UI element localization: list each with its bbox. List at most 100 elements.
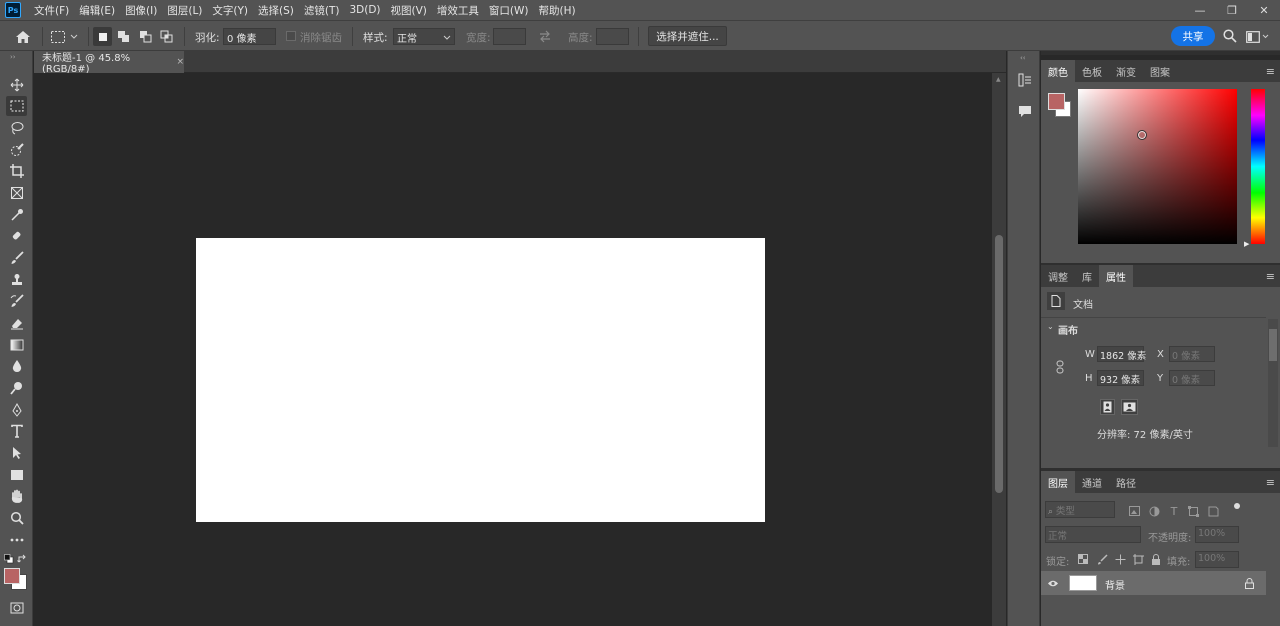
menu-plugins[interactable]: 增效工具: [432, 3, 484, 18]
canvas-area[interactable]: [34, 73, 992, 626]
swap-button[interactable]: [538, 29, 554, 44]
menu-layer[interactable]: 图层(L): [162, 3, 207, 18]
tab-properties[interactable]: 属性: [1099, 265, 1133, 287]
blur-tool[interactable]: [6, 356, 27, 376]
lock-position-icon[interactable]: [1114, 553, 1126, 565]
brush-tool[interactable]: [6, 248, 27, 268]
filter-pixel-icon[interactable]: [1128, 505, 1140, 517]
marquee-tool[interactable]: [6, 96, 27, 116]
menu-edit[interactable]: 编辑(E): [74, 3, 120, 18]
history-panel-button[interactable]: [1016, 71, 1033, 88]
menu-window[interactable]: 窗口(W): [484, 3, 534, 18]
chevron-down-icon[interactable]: ⌄: [1047, 322, 1054, 331]
history-brush-tool[interactable]: [6, 291, 27, 311]
menu-view[interactable]: 视图(V): [386, 3, 432, 18]
tool-preset-picker[interactable]: [50, 27, 84, 46]
filter-toggle-icon[interactable]: [1234, 503, 1240, 509]
search-button[interactable]: [1223, 29, 1239, 45]
portrait-button[interactable]: [1100, 399, 1115, 415]
menu-select[interactable]: 选择(S): [253, 3, 299, 18]
x-input[interactable]: 0 像素: [1169, 346, 1215, 362]
layer-filter-select[interactable]: ⌕ 类型: [1045, 501, 1115, 518]
path-selection-tool[interactable]: [6, 443, 27, 463]
edit-toolbar-button[interactable]: [6, 530, 27, 550]
lock-transparent-icon[interactable]: [1077, 553, 1089, 565]
width-input[interactable]: [493, 28, 526, 45]
eyedropper-tool[interactable]: [6, 205, 27, 225]
tab-layers[interactable]: 图层: [1041, 471, 1075, 493]
default-colors-button[interactable]: [4, 554, 14, 564]
close-tab-icon[interactable]: ×: [176, 57, 184, 67]
tab-color[interactable]: 颜色: [1041, 60, 1075, 82]
color-picker-cursor[interactable]: [1137, 130, 1147, 140]
filter-shape-icon[interactable]: [1187, 505, 1199, 517]
swap-colors-button[interactable]: [17, 554, 28, 564]
home-button[interactable]: [12, 27, 34, 46]
feather-input[interactable]: 0 像素: [223, 28, 276, 45]
tab-swatches[interactable]: 色板: [1075, 60, 1109, 82]
clone-stamp-tool[interactable]: [6, 270, 27, 290]
move-tool[interactable]: [6, 75, 27, 95]
foreground-color-swatch[interactable]: [4, 568, 20, 584]
tab-libraries[interactable]: 库: [1075, 265, 1099, 287]
canvas-width-input[interactable]: 1862 像素: [1097, 346, 1146, 362]
gradient-tool[interactable]: [6, 335, 27, 355]
menu-help[interactable]: 帮助(H): [534, 3, 581, 18]
close-window-button[interactable]: ✕: [1248, 0, 1280, 20]
healing-brush-tool[interactable]: [6, 226, 27, 246]
panel-menu-icon[interactable]: ≡: [1266, 65, 1275, 78]
quick-selection-tool[interactable]: [6, 140, 27, 160]
filter-smart-object-icon[interactable]: [1207, 505, 1219, 517]
filter-type-icon[interactable]: T: [1168, 505, 1180, 518]
dodge-tool[interactable]: [6, 378, 27, 398]
height-input[interactable]: [596, 28, 629, 45]
properties-scrollbar[interactable]: [1268, 319, 1278, 447]
zoom-tool[interactable]: [6, 508, 27, 528]
new-selection-button[interactable]: [93, 27, 112, 46]
type-tool[interactable]: [6, 421, 27, 441]
style-select[interactable]: 正常: [393, 28, 455, 45]
scrollbar-thumb[interactable]: [995, 235, 1003, 493]
expand-icon[interactable]: ‹‹: [1020, 54, 1026, 62]
tab-gradients[interactable]: 渐变: [1109, 60, 1143, 82]
eraser-tool[interactable]: [6, 313, 27, 333]
panel-menu-icon[interactable]: ≡: [1266, 270, 1275, 283]
fill-input[interactable]: 100%: [1195, 551, 1239, 568]
share-button[interactable]: 共享: [1171, 26, 1215, 46]
saturation-brightness-field[interactable]: [1078, 89, 1237, 244]
subtract-selection-button[interactable]: [136, 27, 155, 46]
hand-tool[interactable]: [6, 486, 27, 506]
lasso-tool[interactable]: [6, 118, 27, 138]
tab-adjustments[interactable]: 调整: [1041, 265, 1075, 287]
lock-all-icon[interactable]: [1150, 553, 1162, 565]
minimize-button[interactable]: —: [1184, 0, 1216, 20]
hue-slider-handle[interactable]: ▶: [1244, 240, 1249, 248]
y-input[interactable]: 0 像素: [1169, 370, 1215, 386]
scrollbar-thumb[interactable]: [1269, 329, 1277, 361]
quick-mask-button[interactable]: [6, 598, 27, 618]
blend-mode-select[interactable]: 正常: [1045, 526, 1141, 543]
pen-tool[interactable]: [6, 400, 27, 420]
menu-filter[interactable]: 滤镜(T): [299, 3, 345, 18]
crop-tool[interactable]: [6, 161, 27, 181]
layer-row[interactable]: 背景: [1041, 571, 1266, 595]
intersect-selection-button[interactable]: [157, 27, 176, 46]
canvas-height-input[interactable]: 932 像素: [1097, 370, 1144, 386]
menu-file[interactable]: 文件(F): [29, 3, 74, 18]
workspace-button[interactable]: [1246, 28, 1270, 45]
lock-artboard-icon[interactable]: [1132, 553, 1144, 565]
tab-patterns[interactable]: 图案: [1143, 60, 1177, 82]
filter-adjustment-icon[interactable]: [1148, 505, 1160, 517]
menu-image[interactable]: 图像(I): [120, 3, 162, 18]
frame-tool[interactable]: [6, 183, 27, 203]
landscape-button[interactable]: [1121, 399, 1138, 415]
menu-type[interactable]: 文字(Y): [207, 3, 253, 18]
hue-slider[interactable]: [1251, 89, 1265, 244]
rectangle-tool[interactable]: [6, 465, 27, 485]
comments-panel-button[interactable]: [1016, 103, 1033, 120]
panel-foreground-swatch[interactable]: [1048, 93, 1065, 110]
tab-channels[interactable]: 通道: [1075, 471, 1109, 493]
antialias-checkbox[interactable]: [286, 31, 296, 41]
link-icon[interactable]: [1055, 360, 1065, 374]
tab-paths[interactable]: 路径: [1109, 471, 1143, 493]
